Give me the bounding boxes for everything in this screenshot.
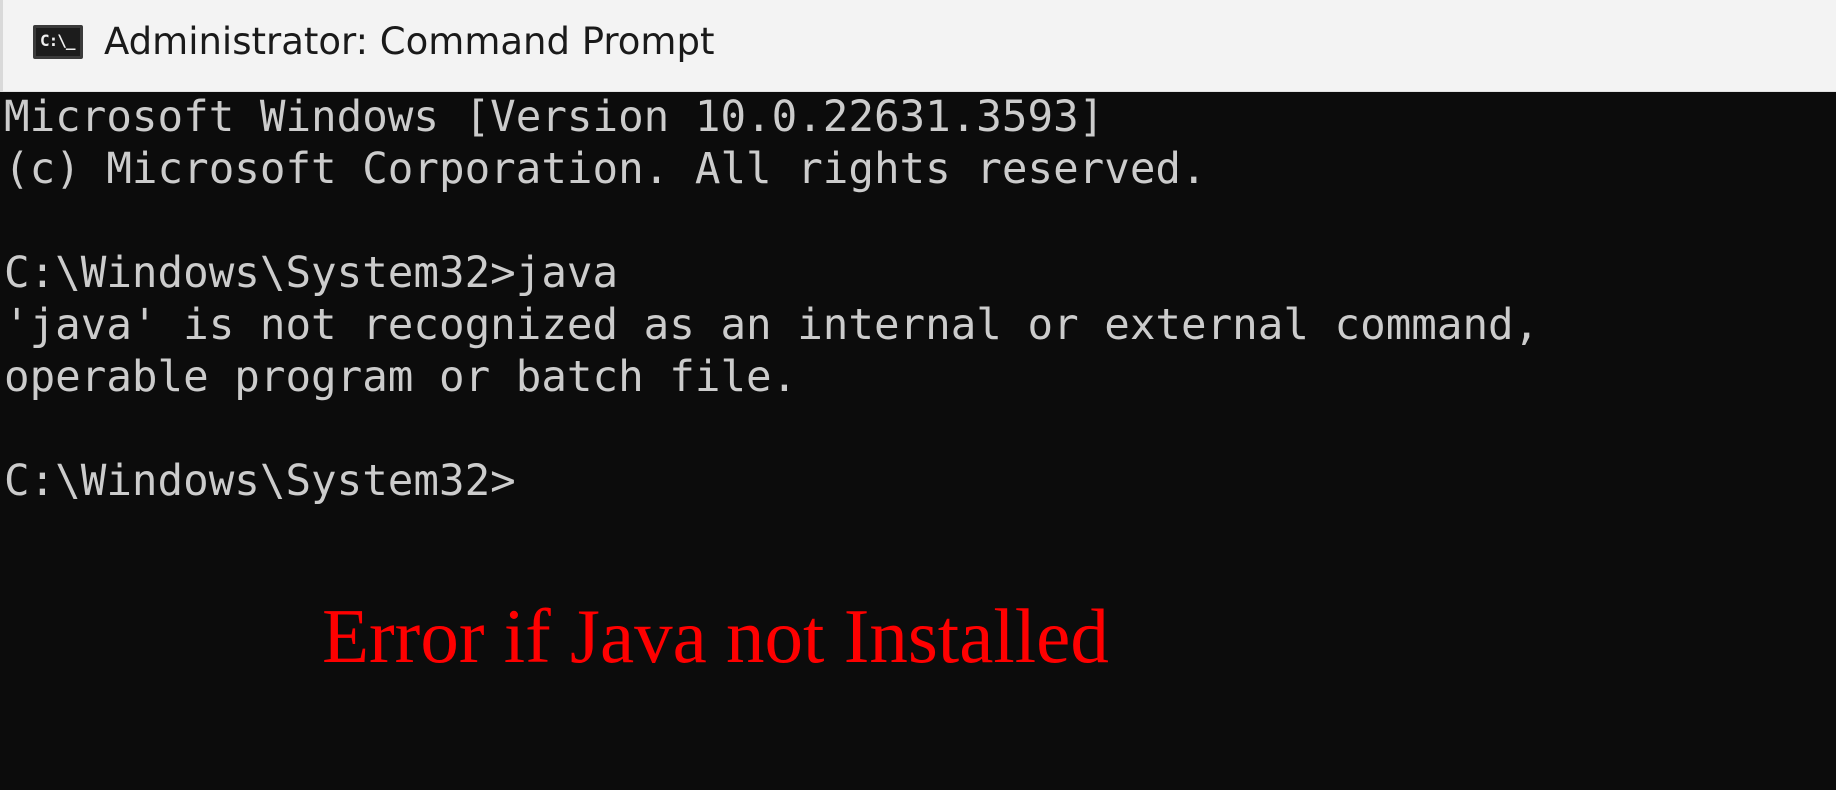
annotation-caption: Error if Java not Installed: [322, 593, 1109, 679]
cmd-icon: C:\_: [33, 25, 83, 59]
cmd-icon-glyph: C:\_: [40, 31, 76, 50]
console-line-error-2: operable program or batch file.: [4, 353, 798, 402]
console-output[interactable]: Microsoft Windows [Version 10.0.22631.35…: [4, 92, 1832, 790]
console-prompt[interactable]: C:\Windows\System32>: [4, 456, 516, 508]
console-line-command: C:\Windows\System32>java: [4, 249, 619, 298]
command-prompt-window: C:\_ Administrator: Command Prompt Micro…: [0, 0, 1836, 790]
console-line-error-1: 'java' is not recognized as an internal …: [4, 301, 1540, 350]
console-line-version: Microsoft Windows [Version 10.0.22631.35…: [4, 93, 1105, 142]
window-title: Administrator: Command Prompt: [104, 20, 715, 63]
console-line-copyright: (c) Microsoft Corporation. All rights re…: [4, 145, 1207, 194]
title-bar[interactable]: C:\_ Administrator: Command Prompt: [0, 0, 1836, 92]
